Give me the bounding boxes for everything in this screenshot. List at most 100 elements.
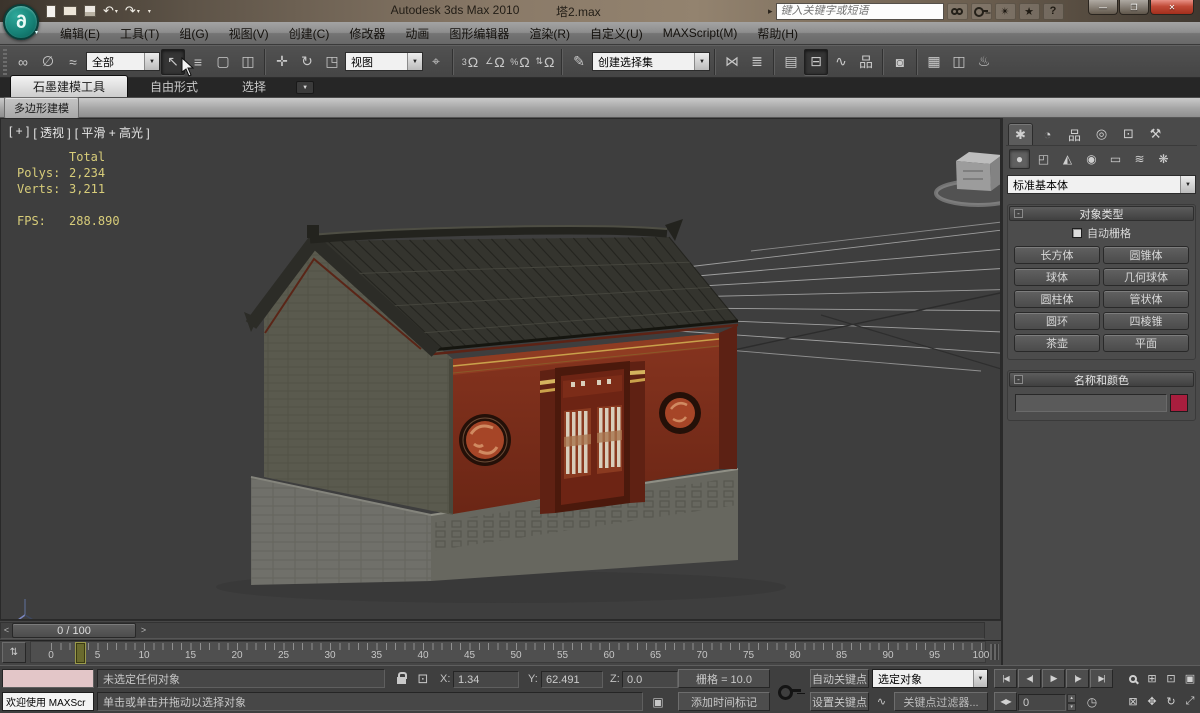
dropdown-arrow-icon[interactable]: ▼ xyxy=(407,53,422,70)
search-input[interactable] xyxy=(775,2,944,20)
schematic-view-button[interactable]: 品 xyxy=(854,49,878,75)
menu-graph-editors[interactable]: 图形编辑器 xyxy=(439,22,519,45)
menu-customize[interactable]: 自定义(U) xyxy=(580,22,653,45)
geosphere-button[interactable]: 几何球体 xyxy=(1103,268,1189,286)
set-keys-button[interactable] xyxy=(774,669,806,711)
dropdown-arrow-icon[interactable]: ▼ xyxy=(144,53,159,70)
open-file-button[interactable] xyxy=(63,3,77,19)
angle-snap-button[interactable]: ∠ Ω xyxy=(483,49,507,75)
menu-tools[interactable]: 工具(T) xyxy=(110,22,169,45)
spin-down-icon[interactable]: ▾ xyxy=(1067,702,1076,711)
name-color-header[interactable]: - 名称和颜色 xyxy=(1009,372,1194,387)
selection-lock-toggle[interactable] xyxy=(392,669,410,688)
add-time-tag-button[interactable]: 添加时间标记 xyxy=(678,692,770,711)
select-link-button[interactable]: ∞ xyxy=(11,49,35,75)
viewcube[interactable] xyxy=(934,152,1001,207)
next-frame-arrow[interactable]: > xyxy=(138,623,149,638)
dropdown-arrow-icon[interactable]: ▼ xyxy=(973,670,987,687)
zoom-extents-button[interactable]: ⊡ xyxy=(1162,669,1180,688)
dropdown-arrow-icon[interactable]: ▼ xyxy=(694,53,709,70)
menu-maxscript[interactable]: MAXScript(M) xyxy=(653,23,748,43)
maxscript-mini-listener-white[interactable]: 欢迎使用 MAXScr xyxy=(2,692,94,711)
menu-help[interactable]: 帮助(H) xyxy=(747,22,808,45)
object-type-header[interactable]: - 对象类型 xyxy=(1009,206,1194,221)
spinner-snap-button[interactable]: ⇅ Ω xyxy=(533,49,557,75)
redo-button[interactable]: ↷ ▾ xyxy=(125,3,140,19)
material-editor-button[interactable]: ◙ xyxy=(888,49,912,75)
go-to-start-button[interactable]: |◀ xyxy=(994,669,1017,688)
collapse-icon[interactable]: - xyxy=(1014,375,1023,384)
menu-group[interactable]: 组(G) xyxy=(169,22,218,45)
undo-button[interactable]: ↶ ▾ xyxy=(103,3,118,19)
select-rotate-button[interactable]: ↻ xyxy=(295,49,319,75)
time-slider-handle[interactable]: 0 / 100 xyxy=(12,623,136,638)
category-helpers[interactable]: ▭ xyxy=(1105,149,1126,169)
tab-display[interactable]: ⊡ xyxy=(1116,123,1141,145)
track-bar[interactable]: ⇅ 0 5 10 15 20 25 30 35 40 45 50 55 60 65 70 75 80 85 90 95… xyxy=(0,640,1001,665)
percent-snap-button[interactable]: % Ω xyxy=(508,49,532,75)
play-button[interactable]: ▶ xyxy=(1042,669,1065,688)
tab-graphite-modeling-tools[interactable]: 石墨建模工具 xyxy=(10,75,129,97)
key-filters-button[interactable]: 关键点过滤器... xyxy=(894,692,988,711)
key-selection-dropdown[interactable]: 选定对象 ▼ xyxy=(872,669,988,688)
subscription-button[interactable] xyxy=(970,2,992,20)
primitive-category-dropdown[interactable]: 标准基本体 ▼ xyxy=(1007,175,1196,194)
menu-create[interactable]: 创建(C) xyxy=(279,22,340,45)
curve-editor-button[interactable]: ∿ xyxy=(829,49,853,75)
qat-overflow-button[interactable]: ▾ xyxy=(147,3,151,19)
box-button[interactable]: 长方体 xyxy=(1014,246,1100,264)
x-coordinate-field[interactable] xyxy=(453,671,519,688)
tab-utilities[interactable]: ⚒ xyxy=(1143,123,1168,145)
dropdown-arrow-icon[interactable]: ▼ xyxy=(1180,176,1195,193)
object-color-swatch[interactable] xyxy=(1170,394,1188,412)
named-selection-sets-dropdown[interactable]: 创建选择集 ▼ xyxy=(592,52,710,71)
select-manipulate-button[interactable]: ⌖ xyxy=(424,49,448,75)
absolute-offset-toggle[interactable]: ⊡ xyxy=(413,669,433,688)
category-shapes[interactable]: ◰ xyxy=(1033,149,1054,169)
house-model[interactable] xyxy=(216,219,786,603)
edit-named-selections-button[interactable]: ✎ xyxy=(567,49,591,75)
collapse-icon[interactable]: - xyxy=(1014,209,1023,218)
menu-rendering[interactable]: 渲染(R) xyxy=(519,22,580,45)
redo-dropdown-icon[interactable]: ▾ xyxy=(137,8,140,15)
graphite-ribbon-toggle-button[interactable]: ⊟ xyxy=(804,48,828,75)
track-bar-frame-indicator[interactable] xyxy=(75,642,86,664)
timeline-ruler[interactable]: 0 5 10 15 20 25 30 35 40 45 50 55 60 65 70 75 80 85 90 95 10… xyxy=(30,641,989,664)
z-coordinate-field[interactable] xyxy=(622,671,678,688)
category-systems[interactable]: ❋ xyxy=(1153,149,1174,169)
category-cameras[interactable]: ◉ xyxy=(1081,149,1102,169)
menu-modifiers[interactable]: 修改器 xyxy=(339,22,395,45)
tab-selection[interactable]: 选择 xyxy=(220,76,288,97)
default-in-out-tangents-button[interactable]: ∿ xyxy=(872,692,891,711)
minimize-button[interactable]: — xyxy=(1088,0,1118,15)
mirror-button[interactable]: ⋈ xyxy=(720,49,744,75)
menu-edit[interactable]: 编辑(E) xyxy=(50,22,110,45)
plane-button[interactable]: 平面 xyxy=(1103,334,1189,352)
y-coordinate-field[interactable] xyxy=(541,671,603,688)
unlink-button[interactable]: ∅ xyxy=(36,49,60,75)
maxscript-mini-listener-pink[interactable] xyxy=(2,669,94,688)
rendered-frame-window-button[interactable]: ◫ xyxy=(947,49,971,75)
tab-create[interactable]: ✱ xyxy=(1008,123,1033,145)
set-key-button[interactable]: 设置关键点 xyxy=(810,692,869,711)
cone-button[interactable]: 圆锥体 xyxy=(1103,246,1189,264)
tab-modify[interactable]: ◔ xyxy=(1035,123,1060,145)
object-name-input[interactable] xyxy=(1015,394,1167,412)
category-geometry[interactable]: ● xyxy=(1009,149,1030,169)
application-menu-button[interactable]: 6 ▾ xyxy=(3,4,39,40)
pyramid-button[interactable]: 四棱锥 xyxy=(1103,312,1189,330)
menu-views[interactable]: 视图(V) xyxy=(219,22,279,45)
menu-animation[interactable]: 动画 xyxy=(395,22,439,45)
selection-filter-dropdown[interactable]: 全部 ▼ xyxy=(86,52,160,71)
time-slider[interactable]: < 0 / 100 > xyxy=(0,620,1001,640)
teapot-button[interactable]: 茶壶 xyxy=(1014,334,1100,352)
polygon-modeling-panel-button[interactable]: 多边形建模 xyxy=(4,96,79,119)
viewport-shading-menu[interactable]: [ 平滑 + 高光 ] xyxy=(75,124,150,141)
previous-frame-button[interactable]: ◀| xyxy=(1018,669,1041,688)
tab-motion[interactable]: ◎ xyxy=(1089,123,1114,145)
sphere-button[interactable]: 球体 xyxy=(1014,268,1100,286)
category-lights[interactable]: ◭ xyxy=(1057,149,1078,169)
select-move-button[interactable]: ✛ xyxy=(270,49,294,75)
go-to-end-button[interactable]: ▶| xyxy=(1090,669,1113,688)
toolbar-grip[interactable] xyxy=(3,48,7,75)
